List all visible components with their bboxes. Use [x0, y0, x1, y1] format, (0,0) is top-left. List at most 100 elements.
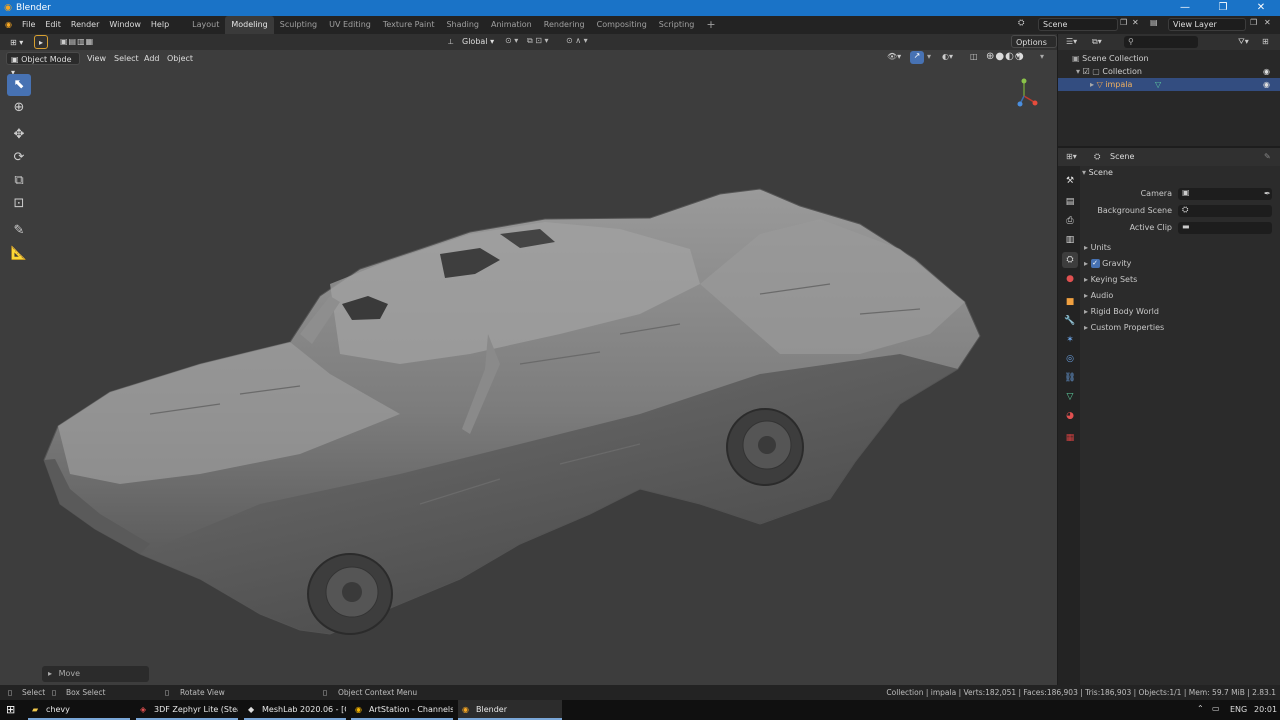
tab-modeling[interactable]: Modeling: [225, 16, 274, 34]
view-layer-icon: ▤: [1150, 18, 1158, 27]
window-title: Blender: [16, 3, 51, 13]
pin-icon[interactable]: ✎: [1264, 152, 1271, 161]
display-mode-icon[interactable]: ⧉▾: [1092, 37, 1102, 47]
expand-icon[interactable]: ▸: [1090, 80, 1094, 89]
language-indicator[interactable]: ENG: [1230, 705, 1247, 714]
new-scene-icon[interactable]: ❐: [1120, 18, 1127, 27]
gravity-checkbox[interactable]: ✓: [1090, 259, 1100, 268]
world-icon[interactable]: ●: [1062, 271, 1078, 287]
taskbar-item-chevy[interactable]: ▰ chevy: [28, 700, 130, 720]
tab-animation[interactable]: Animation: [485, 16, 538, 34]
tab-uv-editing[interactable]: UV Editing: [323, 16, 377, 34]
remove-view-layer-icon[interactable]: ✕: [1264, 18, 1271, 27]
data-icon[interactable]: ▽: [1062, 389, 1078, 405]
visibility-eye-icon[interactable]: ◉: [1263, 65, 1270, 78]
window-titlebar: ◉ Blender — ❐ ✕: [0, 0, 1280, 16]
taskbar-item-zephyr[interactable]: ◈3DF Zephyr Lite (Stea...: [136, 700, 238, 720]
tool-icon[interactable]: ⚒: [1062, 173, 1078, 189]
background-scene-label: Background Scene: [1097, 206, 1172, 215]
minimize-icon[interactable]: —: [1166, 0, 1204, 16]
expand-icon[interactable]: ▾: [1076, 67, 1080, 76]
outliner-row-impala[interactable]: ▸ ▽ impala ▽ ◉: [1058, 78, 1280, 91]
windows-start-icon[interactable]: ⊞: [6, 703, 15, 716]
properties-editor-icon[interactable]: ⊞▾: [1066, 152, 1077, 161]
last-operator-panel[interactable]: ▸ Move: [42, 666, 149, 682]
hint-context-menu: Object Context Menu: [338, 688, 418, 697]
mouse-right-icon: ▯: [323, 688, 328, 697]
particles-icon[interactable]: ✶: [1062, 332, 1078, 348]
remove-scene-icon[interactable]: ✕: [1132, 18, 1139, 27]
keying-sets-section[interactable]: ▸ Keying Sets: [1084, 275, 1137, 284]
filter-icon[interactable]: ⛛▾: [1238, 37, 1249, 47]
impala-mesh[interactable]: [0, 34, 1057, 685]
statusbar: ▯ Select ▯ Box Select ▯ Rotate View ▯ Ob…: [0, 685, 1280, 700]
tab-sculpting[interactable]: Sculpting: [274, 16, 323, 34]
maximize-icon[interactable]: ❐: [1204, 0, 1242, 16]
gravity-section[interactable]: ▸ ✓ Gravity: [1084, 259, 1131, 268]
units-section[interactable]: ▸ Units: [1084, 243, 1111, 252]
outliner-editor-icon[interactable]: ☰▾: [1066, 37, 1077, 46]
tab-layout[interactable]: Layout: [186, 16, 225, 34]
view-layer-icon[interactable]: ▥: [1062, 232, 1078, 248]
outliner-row-collection[interactable]: ▾ ☑ ▢ Collection ◉: [1058, 65, 1280, 78]
constraints-icon[interactable]: ⛓: [1062, 370, 1078, 386]
scene-collection-icon: ▣: [1072, 54, 1080, 63]
visibility-eye-icon[interactable]: ◉: [1263, 78, 1270, 91]
scene-selector[interactable]: Scene: [1038, 18, 1118, 31]
scene-icon[interactable]: ⛭: [1062, 252, 1078, 268]
blender-menu-icon[interactable]: ◉: [0, 16, 17, 34]
tab-scripting[interactable]: Scripting: [653, 16, 701, 34]
view-layer-selector[interactable]: View Layer: [1168, 18, 1246, 31]
material-icon[interactable]: ◕: [1062, 408, 1078, 424]
eyedropper-icon[interactable]: ✒: [1264, 189, 1271, 198]
topbar: ◉ File Edit Render Window Help Layout Mo…: [0, 16, 1280, 34]
tab-shading[interactable]: Shading: [440, 16, 485, 34]
menu-help[interactable]: Help: [146, 16, 174, 34]
mouse-left-icon: ▯: [8, 688, 13, 697]
hint-rotate-view: Rotate View: [180, 688, 225, 697]
rigid-body-world-section[interactable]: ▸ Rigid Body World: [1084, 307, 1159, 316]
custom-properties-section[interactable]: ▸ Custom Properties: [1084, 323, 1164, 332]
new-collection-icon[interactable]: ⊞: [1262, 37, 1269, 46]
menu-file[interactable]: File: [17, 16, 40, 34]
outliner: ☰▾ ⧉▾ ⚲ ⛛▾ ⊞ ▣ Scene Collection ▾ ☑ ▢ Co…: [1058, 34, 1280, 146]
mouse-middle-icon: ▯: [165, 688, 170, 697]
menu-render[interactable]: Render: [66, 16, 104, 34]
tab-rendering[interactable]: Rendering: [538, 16, 591, 34]
camera-label: Camera: [1140, 189, 1172, 198]
scene-panel-header[interactable]: ▾ Scene: [1082, 168, 1278, 182]
scene-statistics: Collection | impala | Verts:182,051 | Fa…: [886, 688, 1276, 697]
properties-context: Scene: [1110, 152, 1135, 161]
active-clip-label: Active Clip: [1129, 223, 1172, 232]
hint-select: Select: [22, 688, 46, 697]
tray-chevron-icon[interactable]: ⌃: [1197, 704, 1204, 713]
camera-field[interactable]: ▣: [1178, 188, 1272, 200]
windows-taskbar: ⊞ ▰chevy ◈3DF Zephyr Lite (Stea... ◆Mesh…: [0, 700, 1280, 720]
properties-header: ⊞▾ ⛭ Scene ✎: [1058, 148, 1280, 166]
tray-network-icon[interactable]: ▭: [1212, 704, 1220, 713]
taskbar-item-blender[interactable]: ◉ Blender: [458, 700, 562, 720]
outliner-search-input[interactable]: ⚲: [1124, 36, 1198, 48]
tab-compositing[interactable]: Compositing: [591, 16, 653, 34]
texture-icon[interactable]: ▦: [1062, 430, 1078, 446]
physics-icon[interactable]: ◎: [1062, 351, 1078, 367]
active-clip-field[interactable]: ▬: [1178, 222, 1272, 234]
object-icon[interactable]: ■: [1062, 294, 1078, 310]
taskbar-item-artstation[interactable]: ◉ ArtStation - Channels...: [351, 700, 453, 720]
audio-section[interactable]: ▸ Audio: [1084, 291, 1113, 300]
taskbar-clock[interactable]: 20:01: [1254, 705, 1277, 714]
menu-window[interactable]: Window: [104, 16, 146, 34]
checkbox-icon[interactable]: ☑: [1083, 67, 1090, 76]
3d-viewport[interactable]: ⊞ ▾ ▸ ▣▤▥▦ ⟂ Global ▾ ⊙ ▾ ⧉ ⊡ ▾ ⊙ ∧ ▾ Op…: [0, 34, 1057, 685]
background-scene-field[interactable]: ⛭: [1178, 205, 1272, 217]
modifier-icon[interactable]: 🔧: [1062, 313, 1078, 329]
hint-box-select: Box Select: [66, 688, 106, 697]
close-icon[interactable]: ✕: [1242, 0, 1280, 16]
new-view-layer-icon[interactable]: ❐: [1250, 18, 1257, 27]
tab-texture-paint[interactable]: Texture Paint: [377, 16, 441, 34]
menu-edit[interactable]: Edit: [40, 16, 66, 34]
taskbar-item-meshlab[interactable]: ◆MeshLab 2020.06 - [C...: [244, 700, 346, 720]
add-workspace-button[interactable]: +: [700, 16, 721, 34]
scene-context-icon: ⛭: [1094, 152, 1101, 161]
outliner-row-scene-collection[interactable]: ▣ Scene Collection: [1058, 52, 1280, 65]
